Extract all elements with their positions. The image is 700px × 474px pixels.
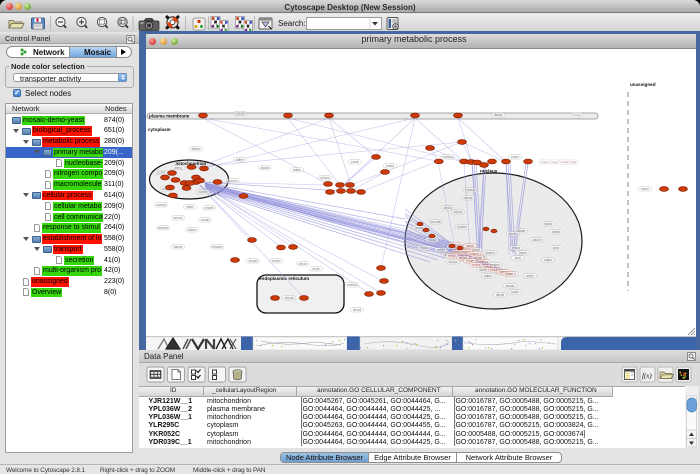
svg-text:rdbce: rdbce	[505, 272, 513, 276]
svg-text:orror: orror	[553, 246, 561, 250]
svg-text:deabr: deabr	[552, 230, 561, 234]
svg-text:cbccd: cbccd	[353, 308, 362, 312]
svg-text:daoce: daoce	[533, 238, 542, 242]
svg-text:brncm: brncm	[174, 216, 183, 220]
svg-text:rerbb: rerbb	[448, 254, 456, 258]
svg-text:eacnr: eacnr	[641, 187, 650, 191]
svg-text:nmaom: nmaom	[212, 245, 223, 249]
svg-text:mcnab: mcnab	[235, 112, 245, 116]
svg-text:bcbme: bcbme	[457, 225, 467, 229]
svg-text:ocrad: ocrad	[428, 238, 436, 242]
svg-text:bdebc: bdebc	[199, 190, 208, 194]
svg-text:mnae: mnae	[569, 160, 577, 164]
svg-text:mmobb: mmobb	[431, 220, 442, 224]
svg-text:amrrr: amrrr	[526, 274, 535, 278]
svg-text:aabrc: aabrc	[484, 274, 492, 278]
svg-text:dabnn: dabnn	[192, 147, 201, 151]
svg-text:obbeo: obbeo	[188, 228, 197, 232]
svg-text:crcrr: crcrr	[515, 256, 522, 260]
svg-text:bndoc: bndoc	[449, 260, 458, 264]
svg-text:nbona: nbona	[285, 296, 294, 300]
svg-text:dbdoc: dbdoc	[444, 206, 453, 210]
svg-text:obrad: obrad	[544, 222, 552, 226]
svg-text:mbrba: mbrba	[320, 176, 329, 180]
svg-text:recnr: recnr	[312, 267, 320, 271]
svg-text:cytoplasm: cytoplasm	[148, 127, 171, 132]
svg-text:abdan: abdan	[261, 166, 270, 170]
svg-text:derdm: derdm	[508, 232, 517, 236]
svg-text:mrrde: mrrde	[496, 293, 505, 297]
svg-text:bmaba: bmaba	[465, 188, 475, 192]
svg-text:adarc: adarc	[293, 168, 301, 172]
svg-text:unassigned: unassigned	[630, 82, 656, 87]
svg-text:rmmmo: rmmmo	[158, 226, 169, 230]
svg-text:ccobr: ccobr	[511, 290, 520, 294]
svg-text:cnbea: cnbea	[472, 263, 481, 267]
svg-text:endoplasmic reticulum: endoplasmic reticulum	[259, 276, 309, 281]
svg-text:enmnd: enmnd	[347, 283, 357, 287]
svg-text:reber: reber	[437, 248, 445, 252]
svg-text:bdnce: bdnce	[454, 210, 463, 214]
svg-text:rmcra: rmcra	[420, 246, 428, 250]
svg-text:cdber: cdber	[186, 205, 195, 209]
svg-text:aocac: aocac	[506, 284, 515, 288]
svg-text:bdbrn: bdbrn	[236, 158, 244, 162]
svg-text:crbma: crbma	[464, 196, 473, 200]
svg-text:f(x): f(x)	[642, 372, 652, 380]
svg-text:mnae: mnae	[550, 160, 558, 164]
svg-text:ercbd: ercbd	[386, 164, 394, 168]
svg-text:mnae: mnae	[540, 160, 548, 164]
svg-text:cboad: cboad	[249, 259, 258, 263]
svg-text:encrb: encrb	[351, 160, 359, 164]
svg-text:orabo: orabo	[544, 258, 552, 262]
svg-text:dornm: dornm	[228, 179, 237, 183]
svg-text:baeoe: baeoe	[174, 245, 183, 249]
svg-text:ooooe: ooooe	[415, 226, 424, 230]
svg-text:ecdnn: ecdnn	[272, 259, 281, 263]
svg-text:ornnn: ornnn	[511, 155, 519, 159]
svg-text:oomed: oomed	[156, 203, 166, 207]
svg-text:dcnrn: dcnrn	[466, 244, 474, 248]
svg-text:mmcra: mmcra	[443, 155, 453, 159]
svg-text:omoeb: omoeb	[204, 206, 214, 210]
svg-text:mornr: mornr	[519, 251, 528, 255]
svg-text:nucleus: nucleus	[480, 169, 498, 174]
svg-text:mitochondrion: mitochondrion	[176, 161, 207, 166]
svg-text:mnae: mnae	[573, 113, 581, 117]
svg-text:ocnbn: ocnbn	[157, 171, 166, 175]
svg-text:Search:: Search:	[278, 19, 306, 28]
svg-text:mnae: mnae	[560, 160, 568, 164]
svg-text:plasma membrane: plasma membrane	[149, 114, 190, 119]
svg-text:ernca: ernca	[512, 246, 520, 250]
svg-text:obcon: obcon	[299, 262, 308, 266]
svg-text:rbmar: rbmar	[494, 113, 503, 117]
svg-text:dodmd: dodmd	[485, 251, 495, 255]
svg-text:drerd: drerd	[174, 166, 182, 170]
svg-text:conab: conab	[201, 218, 210, 222]
